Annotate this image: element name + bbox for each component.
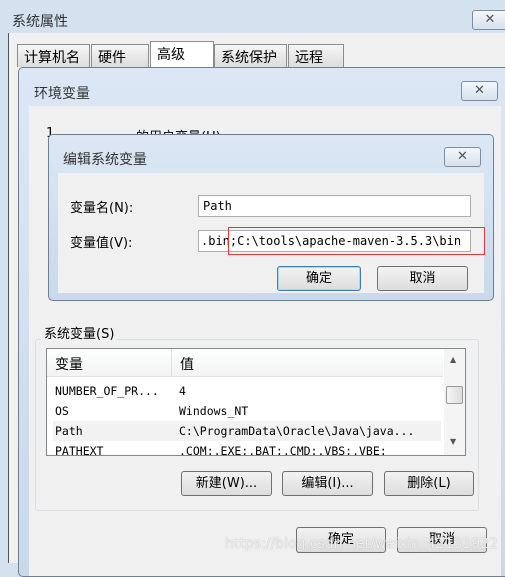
variable-name-label: 变量名(N): <box>70 201 134 216</box>
row-name: Path <box>55 424 83 438</box>
env-vars-title: 环境变量 <box>34 86 90 102</box>
scrollbar[interactable]: ▲ ▼ <box>444 349 465 455</box>
table-row[interactable]: NUMBER_OF_PR... 4 <box>55 381 441 401</box>
scroll-up-icon[interactable]: ▲ <box>450 355 456 364</box>
system-vars-label: 系统变量(S) <box>41 323 118 342</box>
row-value: .COM;.EXE;.BAT;.CMD;.VBS;.VBE; <box>179 444 387 456</box>
column-header-variable[interactable]: 变量 <box>55 354 83 374</box>
table-row[interactable]: OS Windows_NT <box>55 401 441 421</box>
row-value: C:\ProgramData\Oracle\Java\java... <box>179 424 415 438</box>
tab-hardware[interactable]: 硬件 <box>91 44 149 67</box>
list-header: 变量 值 <box>47 349 443 377</box>
variable-value-label: 变量值(V): <box>70 236 133 251</box>
row-value: Windows_NT <box>179 404 249 418</box>
edit-dialog-content: 变量名(N): Path 变量值(V): .bin;C:\tools\apach… <box>58 173 485 293</box>
edit-dialog-close-button[interactable]: ✕ <box>444 147 481 167</box>
column-header-value[interactable]: 值 <box>180 354 194 374</box>
scrollbar-thumb[interactable] <box>446 386 463 404</box>
row-name: NUMBER_OF_PR... <box>55 384 159 398</box>
tab-advanced[interactable]: 高级 <box>150 41 214 67</box>
edit-system-variable-dialog: 编辑系统变量 ✕ 变量名(N): Path 变量值(V): .bin;C:\to… <box>48 134 494 301</box>
tab-system-protection[interactable]: 系统保护 <box>214 44 287 67</box>
edit-ok-button[interactable]: 确定 <box>277 266 361 291</box>
edit-cancel-button[interactable]: 取消 <box>377 266 468 291</box>
new-variable-button[interactable]: 新建(W)... <box>181 471 272 496</box>
watermark: https://blog.csdn.net/weixin_42131922 <box>225 536 499 552</box>
env-vars-close-button[interactable]: ✕ <box>461 81 498 101</box>
highlight-box <box>228 227 485 255</box>
table-row[interactable]: PATHEXT .COM;.EXE;.BAT;.CMD;.VBS;.VBE; <box>55 441 441 456</box>
edit-dialog-title: 编辑系统变量 <box>63 152 147 168</box>
row-name: OS <box>55 404 69 418</box>
tab-remote[interactable]: 远程 <box>288 44 344 67</box>
table-row-selected[interactable]: Path C:\ProgramData\Oracle\Java\java... <box>53 421 441 441</box>
scroll-down-icon[interactable]: ▼ <box>450 437 456 446</box>
edit-variable-button[interactable]: 编辑(I)... <box>282 471 373 496</box>
row-name: PATHEXT <box>55 444 104 456</box>
tab-computer-name[interactable]: 计算机名 <box>17 44 90 67</box>
delete-variable-button[interactable]: 删除(L) <box>384 471 474 496</box>
system-properties-close-button[interactable]: ✕ <box>472 10 505 30</box>
row-value: 4 <box>179 384 186 398</box>
system-properties-title: 系统属性 <box>12 14 68 30</box>
system-vars-list[interactable]: 变量 值 NUMBER_OF_PR... 4 OS Windows_NT Path C… <box>46 348 466 456</box>
variable-name-input[interactable]: Path <box>198 195 471 217</box>
